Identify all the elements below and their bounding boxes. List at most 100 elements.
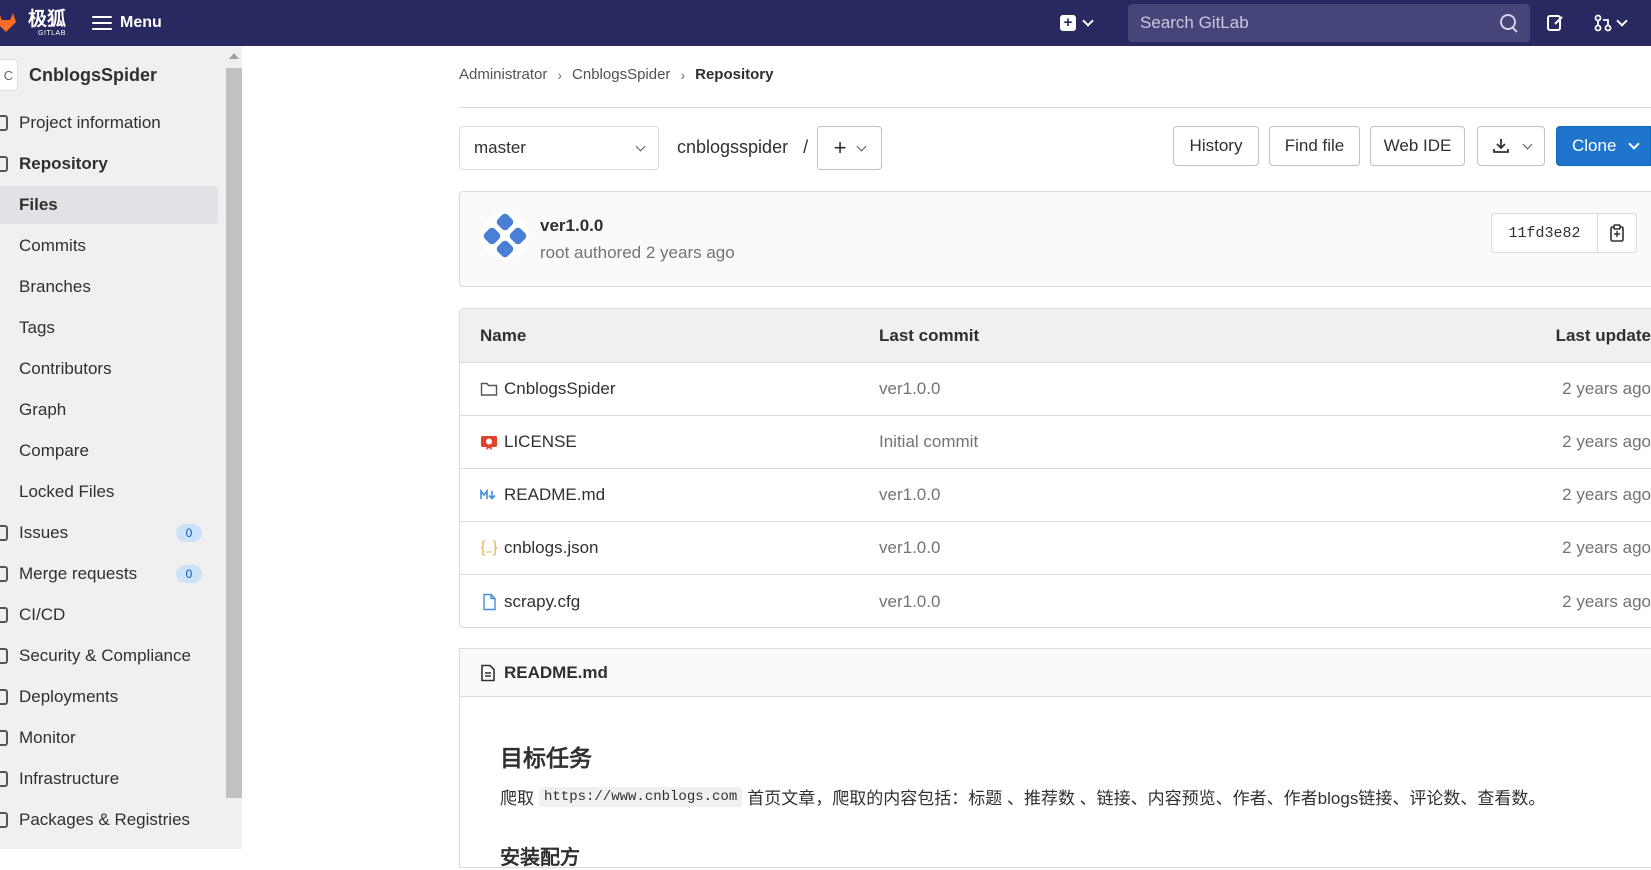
sidebar-item-merge-requests[interactable]: Merge requests 0	[0, 555, 218, 593]
file-name-cell[interactable]: CnblogsSpider	[480, 379, 616, 399]
sidebar-item-label: Monitor	[19, 728, 76, 747]
count-badge: 0	[176, 565, 202, 583]
readme-paragraph: 爬取 https://www.cnblogs.com 首页文章，爬取的内容包括：…	[500, 784, 1545, 809]
shield-icon	[0, 648, 8, 664]
file-name[interactable]: LICENSE	[504, 432, 577, 452]
clone-dropdown[interactable]: Clone	[1556, 126, 1651, 166]
search-input[interactable]	[1140, 13, 1500, 33]
branch-selector[interactable]: master	[459, 126, 659, 170]
sidebar-item-compare[interactable]: Compare	[0, 432, 218, 470]
clipboard-icon	[1610, 224, 1624, 242]
sidebar-item-commits[interactable]: Commits	[0, 227, 218, 265]
readme-code: https://www.cnblogs.com	[539, 786, 743, 807]
last-update-cell: 2 years ago	[1562, 485, 1651, 504]
menu-button[interactable]: Menu	[92, 10, 162, 36]
sidebar-item-label: Tags	[19, 318, 55, 337]
chevron-down-icon	[1522, 139, 1532, 149]
sidebar-item-deployments[interactable]: Deployments	[0, 678, 218, 716]
license-icon	[481, 436, 497, 450]
search-bar[interactable]	[1128, 4, 1530, 42]
file-name-cell[interactable]: README.md	[480, 485, 605, 505]
user-avatar[interactable]	[481, 212, 529, 260]
commit-meta: root authored 2 years ago	[540, 243, 735, 262]
last-update-cell: 2 years ago	[1562, 591, 1651, 611]
scroll-up-arrow-icon[interactable]	[229, 53, 239, 59]
sidebar-item-repository[interactable]: Repository	[0, 145, 218, 183]
sidebar-item-files[interactable]: Files	[0, 186, 218, 224]
find-file-button[interactable]: Find file	[1269, 126, 1360, 166]
issues-icon	[0, 525, 8, 541]
logo-text: 极狐	[28, 9, 67, 30]
chevron-down-icon	[1616, 15, 1628, 27]
file-name[interactable]: scrapy.cfg	[504, 592, 580, 612]
last-commit-cell[interactable]: ver1.0.0	[879, 592, 940, 612]
sidebar-scrollbar-thumb[interactable]	[226, 68, 242, 798]
sidebar-item-label: Files	[19, 195, 58, 214]
repository-icon	[0, 156, 8, 172]
sidebar-item-security-compliance[interactable]: Security & Compliance	[0, 637, 218, 675]
commit-sha[interactable]: 11fd3e82	[1492, 214, 1598, 252]
file-name-cell[interactable]: scrapy.cfg	[480, 592, 580, 612]
sidebar-item-branches[interactable]: Branches	[0, 268, 218, 306]
readme-heading-2: 安装配方	[500, 847, 580, 869]
file-name-cell[interactable]: LICENSE	[480, 432, 577, 452]
file-name[interactable]: README.md	[504, 485, 605, 505]
folder-icon	[480, 382, 498, 396]
sidebar-item-label: Branches	[19, 277, 91, 296]
add-to-tree-dropdown[interactable]: +	[817, 126, 882, 170]
merge-requests-nav-button[interactable]	[1594, 12, 1628, 34]
breadcrumb-item[interactable]: Administrator	[459, 66, 547, 83]
last-commit-cell[interactable]: ver1.0.0	[879, 485, 940, 505]
table-row[interactable]: LICENSE Initial commit 2 years ago	[460, 416, 1651, 469]
monitor-icon	[0, 730, 8, 746]
sidebar-item-tags[interactable]: Tags	[0, 309, 218, 347]
readme-filename[interactable]: README.md	[504, 663, 608, 683]
sidebar-item-monitor[interactable]: Monitor	[0, 719, 218, 757]
breadcrumb-item[interactable]: CnblogsSpider	[572, 66, 670, 83]
sidebar-item-locked-files[interactable]: Locked Files	[0, 473, 218, 511]
sidebar-item-graph[interactable]: Graph	[0, 391, 218, 429]
column-header-name: Name	[480, 325, 527, 345]
last-commit-cell[interactable]: ver1.0.0	[879, 538, 940, 558]
file-name-cell[interactable]: cnblogs.json	[480, 538, 599, 558]
rocket-icon	[0, 607, 8, 623]
sidebar-item-packages-registries[interactable]: Packages & Registries	[0, 801, 218, 839]
sidebar-project-header[interactable]: C CnblogsSpider	[0, 59, 157, 91]
sidebar-item-project-information[interactable]: Project information	[0, 104, 218, 142]
table-row[interactable]: scrapy.cfg ver1.0.0 2 years ago	[460, 575, 1651, 628]
divider	[459, 107, 1651, 108]
file-name[interactable]: cnblogs.json	[504, 538, 599, 558]
download-dropdown[interactable]	[1477, 126, 1545, 166]
cloud-icon	[0, 771, 8, 787]
chevron-down-icon	[635, 141, 646, 151]
copy-sha-button[interactable]	[1598, 214, 1636, 252]
sidebar-item-contributors[interactable]: Contributors	[0, 350, 218, 388]
sidebar-item-label: Project information	[19, 113, 161, 132]
deployments-icon	[0, 689, 8, 705]
commit-sha-group: 11fd3e82	[1491, 213, 1637, 253]
sidebar-item-ci-cd[interactable]: CI/CD	[0, 596, 218, 634]
table-row[interactable]: CnblogsSpider ver1.0.0 2 years ago	[460, 363, 1651, 416]
readme-text: 首页文章，爬取的内容包括：标题 、推荐数 、链接、内容预览、作者、作者blogs…	[747, 789, 1546, 808]
gitlab-logo[interactable]: 极狐 GITLAB	[0, 6, 70, 40]
repo-path-name[interactable]: cnblogsspider	[677, 137, 788, 157]
file-name[interactable]: CnblogsSpider	[504, 379, 616, 399]
path-separator: /	[803, 137, 809, 157]
sidebar-item-label: Deployments	[19, 687, 119, 706]
table-row[interactable]: cnblogs.json ver1.0.0 2 years ago	[460, 522, 1651, 575]
breadcrumb-current[interactable]: Repository	[695, 66, 773, 83]
sidebar-item-infrastructure[interactable]: Infrastructure	[0, 760, 218, 798]
last-update-cell: 2 years ago	[1562, 538, 1651, 557]
issues-nav-button[interactable]	[1546, 12, 1564, 34]
last-commit-cell[interactable]: Initial commit	[879, 432, 978, 452]
sidebar-item-label: Issues	[19, 523, 69, 542]
sidebar-item-label: Commits	[19, 236, 87, 255]
markdown-icon	[480, 488, 496, 500]
web-ide-button[interactable]: Web IDE	[1370, 126, 1465, 166]
table-row[interactable]: README.md ver1.0.0 2 years ago	[460, 469, 1651, 522]
commit-title[interactable]: ver1.0.0	[540, 216, 603, 236]
last-commit-cell[interactable]: ver1.0.0	[879, 379, 940, 399]
sidebar-item-issues[interactable]: Issues 0	[0, 514, 218, 552]
history-button[interactable]: History	[1173, 126, 1259, 166]
new-dropdown[interactable]: +	[1060, 11, 1094, 35]
